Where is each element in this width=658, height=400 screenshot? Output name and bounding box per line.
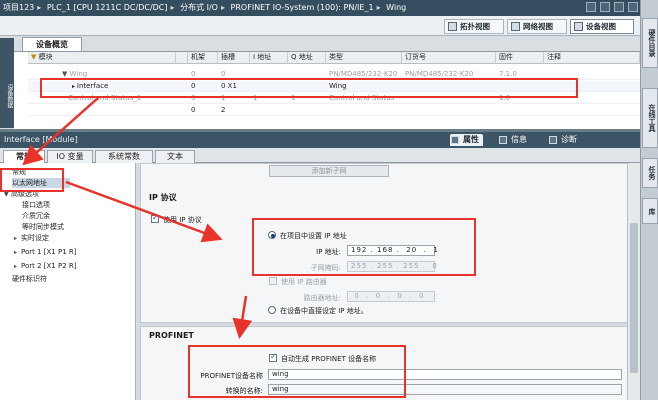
tab-online-tools[interactable]: 在线工具 <box>642 88 658 148</box>
col-order-number[interactable]: 订货号 <box>402 52 496 64</box>
annotation-box-profinet-name <box>188 345 406 398</box>
window-controls <box>586 2 638 12</box>
tab-system-constants[interactable]: 系统常数 <box>95 150 153 163</box>
close-icon[interactable] <box>628 2 638 12</box>
tab-general[interactable]: 常规 <box>3 150 45 164</box>
topology-icon <box>448 22 457 31</box>
use-ip-checkbox[interactable] <box>151 213 159 223</box>
add-subnet-button[interactable]: 添加新子网 <box>269 165 389 177</box>
inspector-title: Interface [Module] <box>4 135 78 144</box>
device-data-strip[interactable]: 设备数据 <box>0 38 14 128</box>
router-address-label: 路由器地址: <box>303 294 341 302</box>
tab-texts[interactable]: 文本 <box>155 150 195 163</box>
annotation-box-ip-settings <box>252 218 476 276</box>
restore-icon[interactable] <box>600 2 610 12</box>
info-icon <box>499 136 507 144</box>
scrollbar-thumb[interactable] <box>630 223 638 373</box>
tab-io-tags[interactable]: IO 变量 <box>47 150 93 163</box>
col-comment[interactable]: 注释 <box>544 52 640 64</box>
maximize-icon[interactable] <box>614 2 624 12</box>
tab-properties[interactable]: 属性 <box>450 134 483 146</box>
router-address-input[interactable]: 0 . 0 . 0 . 0 <box>347 291 435 302</box>
nav-port-2[interactable]: ▸ Port 2 [X1 P2 R] <box>14 261 76 271</box>
annotation-box-ethernet-nav <box>0 168 64 192</box>
tab-hardware-catalog[interactable]: 硬件目录 <box>642 18 658 68</box>
property-subtabs: 常规 IO 变量 系统常数 文本 <box>0 148 640 164</box>
tab-libraries[interactable]: 库 <box>642 198 658 224</box>
network-icon <box>511 22 520 31</box>
breadcrumb-item[interactable]: PLC_1 [CPU 1211C DC/DC/DC] <box>47 3 168 12</box>
nav-port-1[interactable]: ▸ Port 1 [X1 P1 R] <box>14 247 76 257</box>
tab-info[interactable]: 信息 <box>498 134 527 146</box>
view-switcher-bar: 拓扑视图 网络视图 设备视图 <box>0 16 640 36</box>
nav-interface-options[interactable]: 接口选项 <box>22 200 50 210</box>
table-row[interactable]: 0 2 <box>28 105 640 116</box>
col-rack[interactable]: 机架 <box>188 52 218 64</box>
set-ip-on-device-radio[interactable] <box>268 306 276 314</box>
device-view-button[interactable]: 设备视图 <box>570 19 634 34</box>
filter-icon[interactable]: ▼ <box>31 53 36 61</box>
diagnostics-icon <box>549 136 557 144</box>
properties-icon <box>451 136 459 144</box>
use-router-checkbox[interactable] <box>269 277 277 285</box>
col-firmware[interactable]: 固件 <box>496 52 544 64</box>
minimize-icon[interactable] <box>586 2 596 12</box>
nav-realtime-settings[interactable]: ▸ 实时设定 <box>14 233 49 243</box>
content-scrollbar[interactable] <box>627 163 640 400</box>
col-module[interactable]: ▼ 模块 <box>28 52 176 64</box>
nav-hardware-identifier[interactable]: 硬件标识符 <box>12 274 47 284</box>
tab-diagnostics[interactable]: 诊断 <box>548 134 577 146</box>
ip-protocol-header: IP 协议 <box>149 193 177 202</box>
tab-tasks[interactable]: 任务 <box>642 158 658 188</box>
use-router-label: 使用 IP 路由器 <box>281 278 327 286</box>
breadcrumb-item[interactable]: PROFINET IO-System (100): PN/IE_1 <box>231 3 374 12</box>
topology-view-button[interactable]: 拓扑视图 <box>444 19 504 34</box>
task-cards: 硬件目录 在线工具 任务 库 <box>640 0 658 400</box>
nav-media-redundancy[interactable]: 介质冗余 <box>22 211 50 221</box>
device-overview-tab[interactable]: 设备概览 <box>22 37 82 51</box>
use-ip-label: 使用 IP 协议 <box>163 216 202 224</box>
set-ip-on-device-label: 在设备中直接设定 IP 地址。 <box>280 307 368 315</box>
device-icon <box>574 22 583 31</box>
profinet-header: PROFINET <box>149 331 194 340</box>
col-i-address[interactable]: I 地址 <box>250 52 288 64</box>
breadcrumb-item[interactable]: 项目123 <box>3 3 34 12</box>
annotation-box-interface-row <box>40 78 578 98</box>
nav-isochronous-mode[interactable]: 等时同步模式 <box>22 222 64 232</box>
breadcrumb-item[interactable]: 分布式 I/O <box>180 3 218 12</box>
breadcrumb: 项目123 ▸ PLC_1 [CPU 1211C DC/DC/DC] ▸ 分布式 I… <box>0 0 640 16</box>
breadcrumb-item[interactable]: Wing <box>386 3 406 12</box>
col-slot[interactable]: 插槽 <box>218 52 250 64</box>
col-q-address[interactable]: Q 地址 <box>288 52 326 64</box>
inspector-header: Interface [Module] 属性 信息 诊断 <box>0 132 640 148</box>
col-blank[interactable] <box>176 52 188 64</box>
property-nav-tree: 常规 以太网地址 ▼ 高级选项 接口选项 介质冗余 等时同步模式 ▸ 实时设定 ▸ P… <box>0 163 136 400</box>
network-view-button[interactable]: 网络视图 <box>507 19 567 34</box>
col-type[interactable]: 类型 <box>326 52 402 64</box>
